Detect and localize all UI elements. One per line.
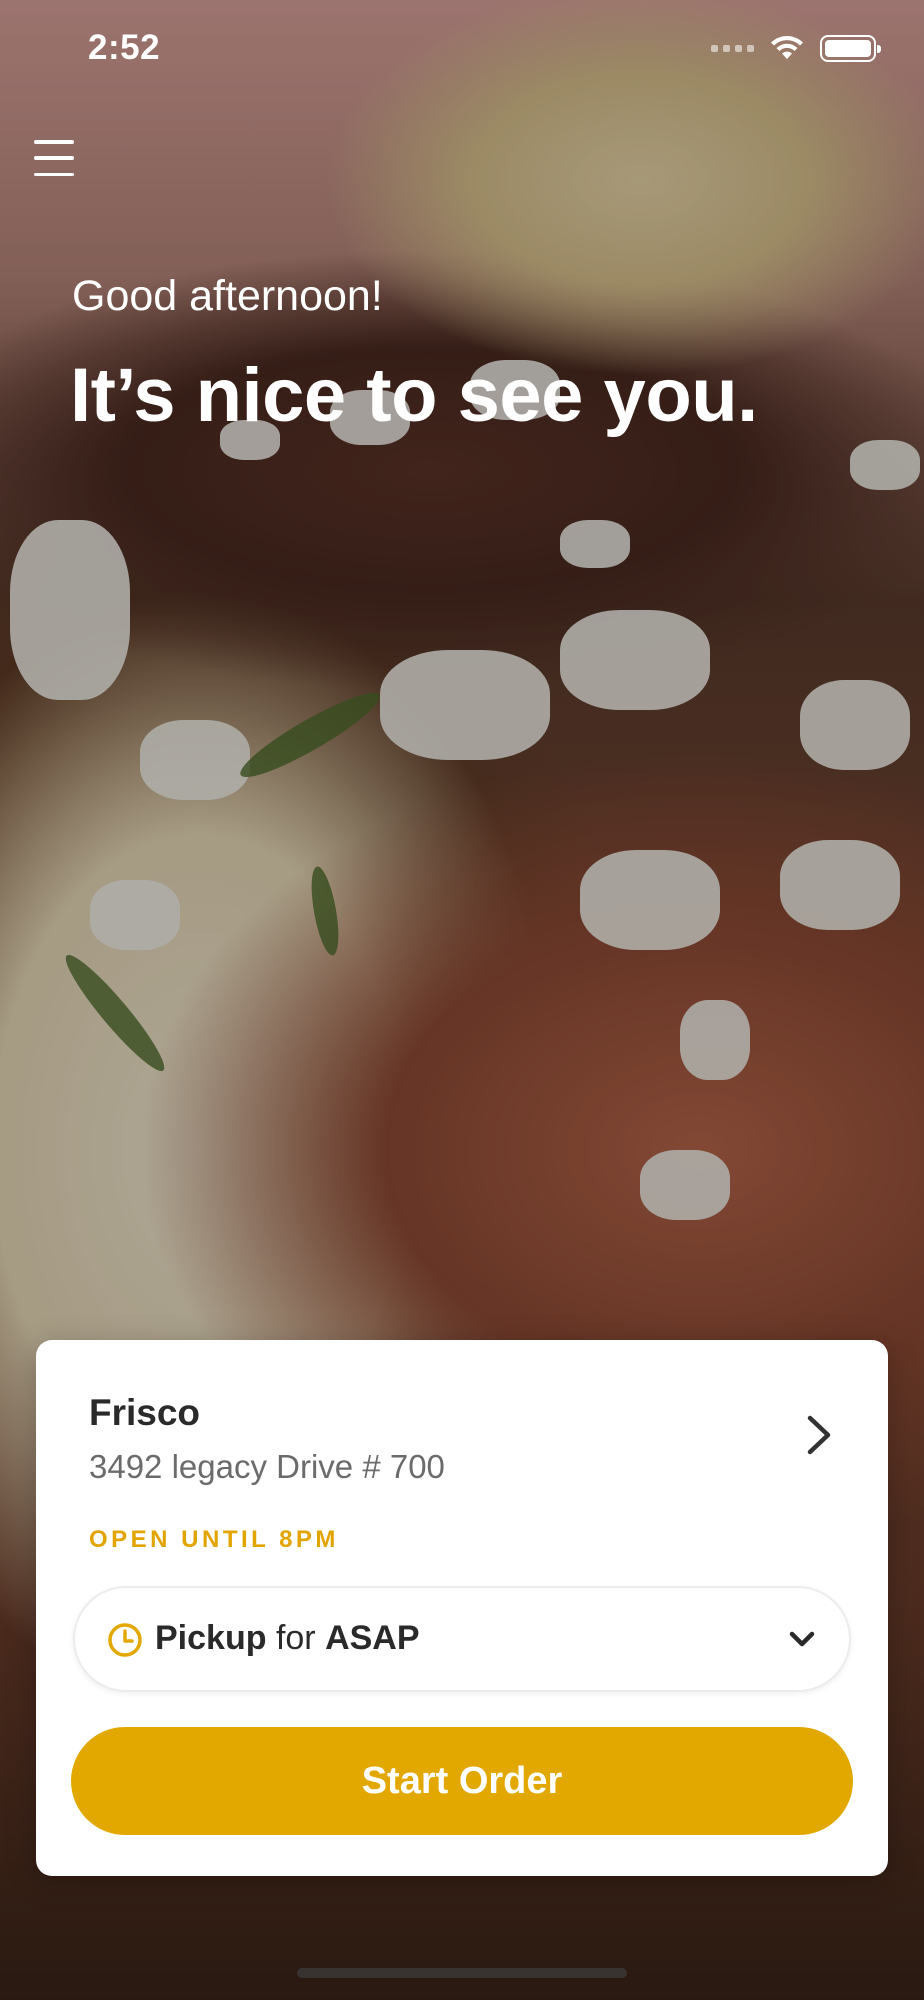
order-mode-dropdown[interactable]: Pickup for ASAP [73, 1586, 851, 1692]
location-address: 3492 legacy Drive # 700 [89, 1448, 445, 1485]
status-time: 2:52 [88, 28, 161, 67]
battery-icon [820, 34, 881, 62]
start-order-button[interactable]: Start Order [71, 1727, 853, 1835]
clock-icon [108, 1623, 142, 1657]
greeting-title: It’s nice to see you. [70, 353, 758, 438]
wifi-icon [771, 36, 803, 59]
greeting-subtitle: Good afternoon! [72, 272, 383, 320]
location-card: Frisco 3492 legacy Drive # 700 OPEN UNTI… [36, 1340, 888, 1876]
hours-status: OPEN UNTIL 8PM [89, 1526, 339, 1553]
order-time-value: ASAP [325, 1619, 420, 1657]
chevron-right-icon [807, 1415, 831, 1455]
hamburger-menu-icon[interactable] [34, 140, 74, 176]
order-mode-connector: for [275, 1619, 316, 1657]
status-icons [711, 34, 881, 62]
order-mode-label: Pickup for ASAP [155, 1619, 420, 1658]
status-bar: 2:52 [0, 0, 924, 100]
order-mode-value: Pickup [155, 1619, 267, 1657]
home-indicator[interactable] [297, 1968, 627, 1978]
location-name: Frisco [89, 1392, 201, 1433]
chevron-down-icon [789, 1631, 815, 1647]
location-selector[interactable]: Frisco 3492 legacy Drive # 700 [36, 1340, 888, 1540]
cellular-signal-icon [711, 44, 754, 52]
